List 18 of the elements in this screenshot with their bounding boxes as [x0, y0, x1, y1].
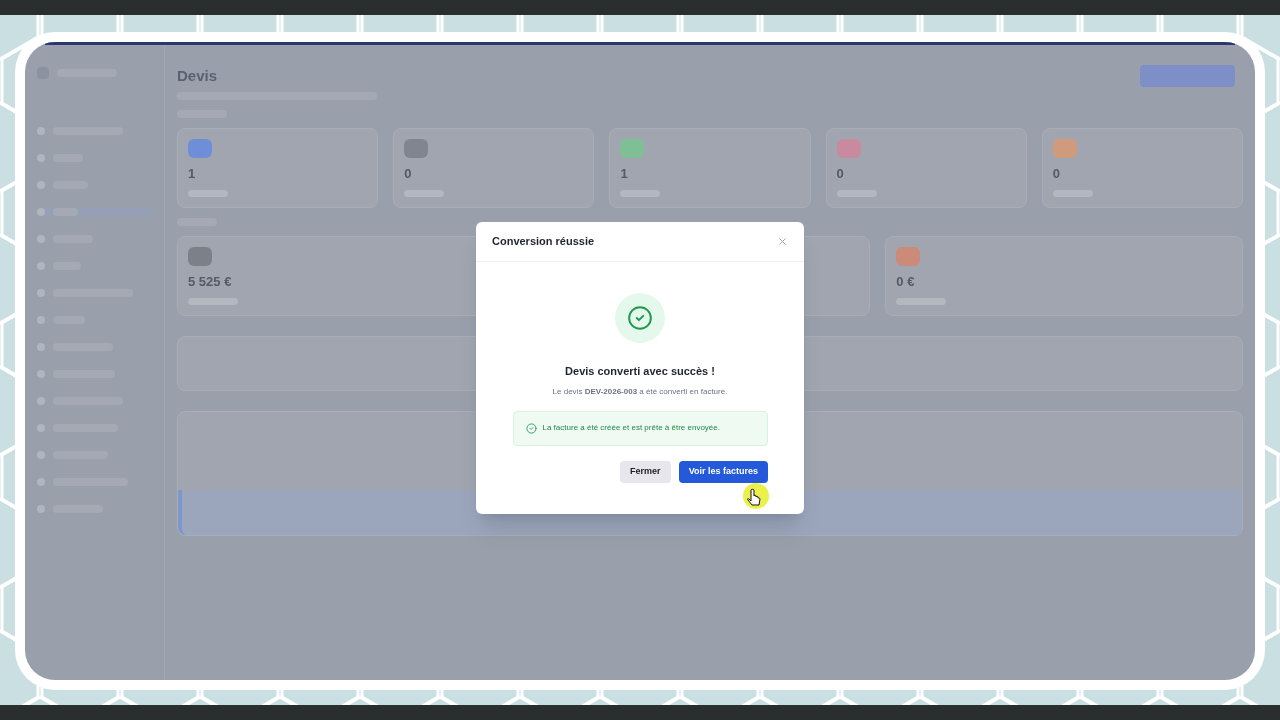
nav-icon	[37, 208, 45, 216]
total-value: 5 525 €	[188, 273, 233, 292]
stat-value: 0	[836, 165, 845, 184]
close-icon[interactable]	[777, 236, 788, 247]
stat-value: 0	[1052, 165, 1062, 184]
notice-text: La facture a été créée et est prête à être envoyée.	[542, 422, 720, 434]
view-invoices-button[interactable]: Voir les factures	[678, 460, 768, 483]
total-value: 0 €	[896, 273, 916, 292]
stat-value: 0	[404, 165, 413, 184]
close-button[interactable]: Fermer	[620, 460, 671, 483]
dialog-title: Conversion réussie	[492, 234, 595, 250]
conversion-message: Le devis DEV-2026-003 a été converti en facture.	[552, 385, 728, 398]
page-title: Devis	[177, 66, 219, 86]
success-heading: Devis converti avec succès !	[565, 364, 715, 379]
stat-value: 1	[188, 165, 197, 184]
stat-value: 1	[620, 165, 629, 184]
check-icon	[525, 422, 537, 434]
check-icon	[627, 305, 653, 331]
